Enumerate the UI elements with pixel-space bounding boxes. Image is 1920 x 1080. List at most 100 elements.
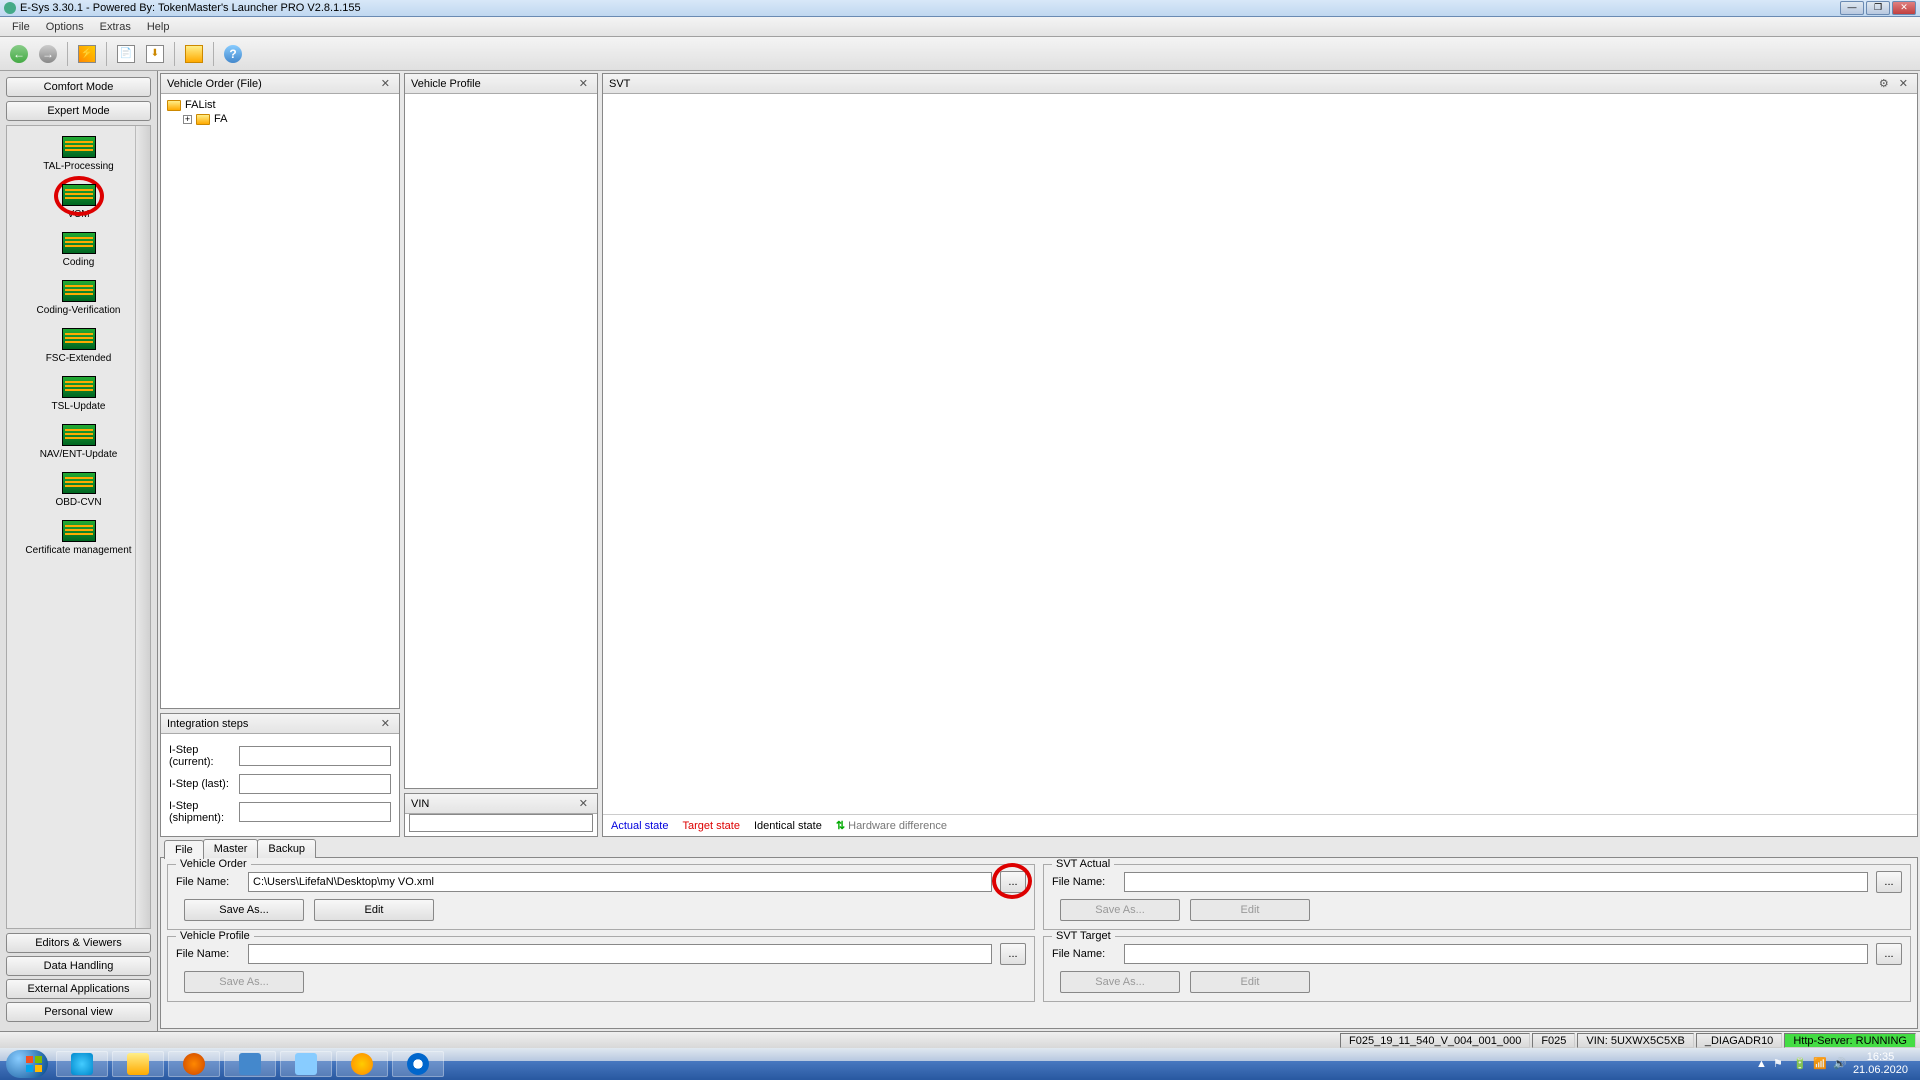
svt-target-edit-button[interactable]: Edit [1190, 971, 1310, 993]
back-button[interactable]: ← [6, 41, 32, 67]
app-icon [4, 2, 16, 14]
tree-child-item[interactable]: + FA [165, 112, 395, 126]
tray-flag-icon[interactable]: ⚑ [1773, 1057, 1787, 1071]
vp-file-input[interactable] [248, 944, 992, 964]
maximize-button[interactable]: ❐ [1866, 1, 1890, 15]
vo-browse-button[interactable]: ... [1000, 871, 1026, 893]
panel-close-icon[interactable]: ✕ [1896, 77, 1911, 90]
minimize-button[interactable]: — [1840, 1, 1864, 15]
personal-view-button[interactable]: Personal view [6, 1002, 151, 1022]
taskbar-app1[interactable] [280, 1051, 332, 1077]
tray-clock[interactable]: 16:35 21.06.2020 [1853, 1051, 1908, 1077]
module-label: Certificate management [9, 545, 148, 556]
tab-backup[interactable]: Backup [257, 839, 316, 858]
main-area: Comfort Mode Expert Mode TAL-Processing … [0, 71, 1920, 1031]
vehicle-profile-panel: Vehicle Profile ✕ [404, 73, 598, 789]
panel-settings-icon[interactable]: ⚙ [1876, 77, 1892, 90]
svt-actual-file-input[interactable] [1124, 872, 1868, 892]
menu-options[interactable]: Options [38, 19, 92, 35]
document-button[interactable]: 📄 [113, 41, 139, 67]
data-handling-button[interactable]: Data Handling [6, 956, 151, 976]
vo-edit-button[interactable]: Edit [314, 899, 434, 921]
istep-last-input[interactable] [239, 774, 391, 794]
legend-identical: Identical state [754, 820, 822, 832]
panel-header: VIN ✕ [405, 794, 597, 814]
tray-network-icon[interactable]: 📶 [1813, 1057, 1827, 1071]
panel-close-icon[interactable]: ✕ [576, 77, 591, 90]
vo-save-as-button[interactable]: Save As... [184, 899, 304, 921]
taskbar-explorer[interactable] [112, 1051, 164, 1077]
tray-volume-icon[interactable]: 🔊 [1833, 1057, 1847, 1071]
svt-body [603, 94, 1917, 814]
taskbar-save[interactable] [224, 1051, 276, 1077]
tray-battery-icon[interactable]: 🔋 [1793, 1057, 1807, 1071]
svt-target-save-as-button[interactable]: Save As... [1060, 971, 1180, 993]
panel-header: Integration steps ✕ [161, 714, 399, 734]
sidebar-item-coding[interactable]: Coding [9, 228, 148, 276]
vehicle-order-tree: FAList + FA [161, 94, 399, 708]
tab-master[interactable]: Master [203, 839, 259, 858]
comfort-mode-button[interactable]: Comfort Mode [6, 77, 151, 97]
vin-input[interactable] [409, 814, 593, 832]
menu-help[interactable]: Help [139, 19, 178, 35]
toolbar-separator [106, 42, 107, 66]
panel-close-icon[interactable]: ✕ [576, 797, 591, 810]
taskbar: ▲ ⚑ 🔋 📶 🔊 16:35 21.06.2020 [0, 1048, 1920, 1080]
menu-file[interactable]: File [4, 19, 38, 35]
tree-root-item[interactable]: FAList [165, 98, 395, 112]
panel-close-icon[interactable]: ✕ [378, 717, 393, 730]
sidebar-item-tal-processing[interactable]: TAL-Processing [9, 132, 148, 180]
tabs-row: File Master Backup [160, 839, 1918, 858]
expert-mode-button[interactable]: Expert Mode [6, 101, 151, 121]
forward-button[interactable]: → [35, 41, 61, 67]
field-label: I-Step (last): [169, 778, 233, 790]
module-icon [62, 424, 96, 446]
title-bar: E-Sys 3.30.1 - Powered By: TokenMaster's… [0, 0, 1920, 17]
editors-viewers-button[interactable]: Editors & Viewers [6, 933, 151, 953]
svt-actual-save-as-button[interactable]: Save As... [1060, 899, 1180, 921]
status-vin: VIN: 5UXWX5C5XB [1577, 1033, 1693, 1048]
istep-shipment-row: I-Step (shipment): [169, 800, 391, 824]
sidebar-item-nav-ent-update[interactable]: NAV/ENT-Update [9, 420, 148, 468]
field-label: File Name: [1052, 876, 1116, 888]
sidebar-item-certificate-management[interactable]: Certificate management [9, 516, 148, 564]
legend-hardware: Hardware difference [848, 820, 947, 832]
sidebar-item-tsl-update[interactable]: TSL-Update [9, 372, 148, 420]
taskbar-firefox[interactable] [168, 1051, 220, 1077]
tab-file[interactable]: File [164, 840, 204, 859]
panel-title: SVT [609, 78, 630, 90]
help-button[interactable]: ? [220, 41, 246, 67]
close-button[interactable]: ✕ [1892, 1, 1916, 15]
taskbar-media[interactable] [336, 1051, 388, 1077]
sidebar-item-obd-cvn[interactable]: OBD-CVN [9, 468, 148, 516]
expand-icon[interactable]: + [183, 115, 192, 124]
import-button[interactable]: ⬇ [142, 41, 168, 67]
sidebar-item-coding-verification[interactable]: Coding-Verification [9, 276, 148, 324]
folder-button[interactable] [181, 41, 207, 67]
module-label: Coding [9, 257, 148, 268]
taskbar-ie[interactable] [56, 1051, 108, 1077]
menu-extras[interactable]: Extras [92, 19, 139, 35]
istep-shipment-input[interactable] [239, 802, 391, 822]
start-button[interactable] [6, 1050, 48, 1078]
vo-file-input[interactable] [248, 872, 992, 892]
taskbar-bmw[interactable] [392, 1051, 444, 1077]
panel-close-icon[interactable]: ✕ [378, 77, 393, 90]
svt-actual-edit-button[interactable]: Edit [1190, 899, 1310, 921]
panel-title: Vehicle Order (File) [167, 78, 262, 90]
module-label: TSL-Update [9, 401, 148, 412]
sidebar-item-vcm[interactable]: VCM [9, 180, 148, 228]
svt-actual-browse-button[interactable]: ... [1876, 871, 1902, 893]
svt-target-browse-button[interactable]: ... [1876, 943, 1902, 965]
connect-button[interactable]: ⚡ [74, 41, 100, 67]
vp-save-as-button[interactable]: Save As... [184, 971, 304, 993]
sidebar-item-fsc-extended[interactable]: FSC-Extended [9, 324, 148, 372]
module-icon [62, 136, 96, 158]
fieldset-legend: Vehicle Order [176, 858, 251, 870]
svt-target-file-input[interactable] [1124, 944, 1868, 964]
istep-current-input[interactable] [239, 746, 391, 766]
tray-expand-icon[interactable]: ▲ [1756, 1058, 1767, 1070]
external-applications-button[interactable]: External Applications [6, 979, 151, 999]
status-istep: F025_19_11_540_V_004_001_000 [1340, 1033, 1530, 1048]
vp-browse-button[interactable]: ... [1000, 943, 1026, 965]
